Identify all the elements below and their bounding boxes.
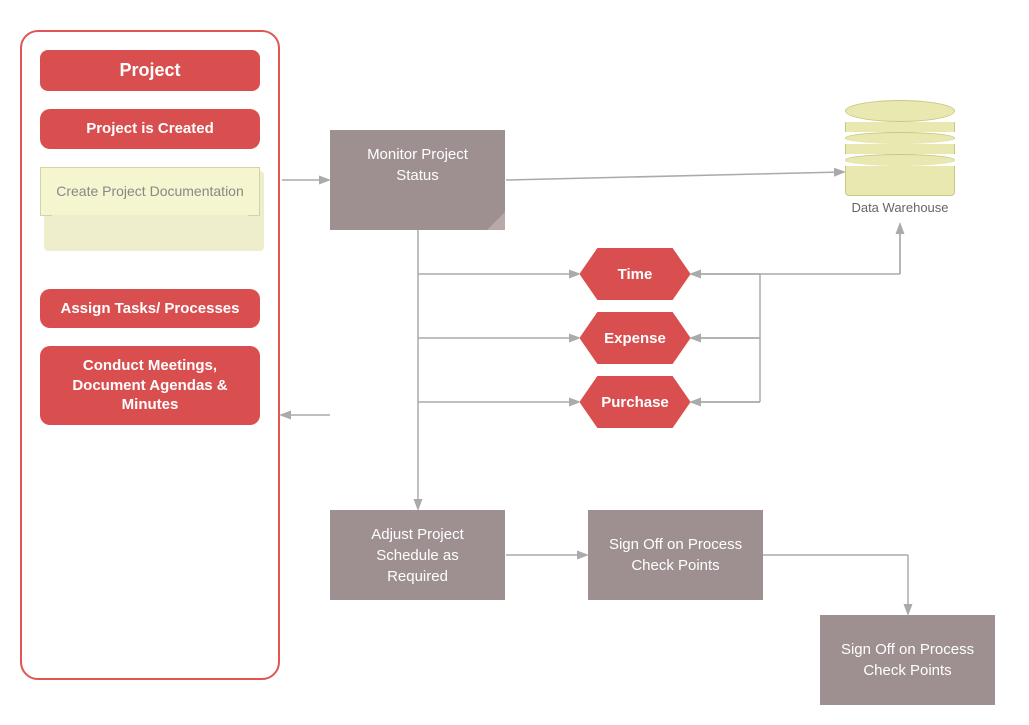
cylinder-stripe2 <box>845 144 955 154</box>
expense-hex: Expense <box>580 312 690 364</box>
assign-tasks-box: Assign Tasks/ Processes <box>40 289 260 329</box>
data-warehouse: Data Warehouse <box>845 100 955 215</box>
svg-text:Purchase: Purchase <box>601 394 669 411</box>
diagram-container: Project Project is Created Create Projec… <box>0 0 1029 725</box>
purchase-hex: Purchase <box>580 376 690 428</box>
conduct-meetings-box: Conduct Meetings, Document Agendas & Min… <box>40 346 260 425</box>
project-title: Project <box>40 50 260 91</box>
monitor-status-box: Monitor Project Status <box>330 130 505 230</box>
data-warehouse-label: Data Warehouse <box>851 200 948 215</box>
cylinder-base <box>845 166 955 196</box>
cylinder-stripe1 <box>845 122 955 132</box>
create-docs-box: Create Project Documentation <box>40 167 260 217</box>
sign-off-1-box: Sign Off on Process Check Points <box>588 510 763 600</box>
sign-off-2-box: Sign Off on Process Check Points <box>820 615 995 705</box>
cylinder-ring2 <box>845 154 955 166</box>
time-hex: Time <box>580 248 690 300</box>
adjust-schedule-box: Adjust Project Schedule as Required <box>330 510 505 600</box>
project-created-box: Project is Created <box>40 109 260 149</box>
svg-text:Expense: Expense <box>604 330 666 347</box>
left-panel: Project Project is Created Create Projec… <box>20 30 280 680</box>
create-docs-wrapper: Create Project Documentation <box>40 167 260 247</box>
svg-text:Time: Time <box>618 266 653 283</box>
cylinder-ring1 <box>845 132 955 144</box>
cylinder-top <box>845 100 955 122</box>
